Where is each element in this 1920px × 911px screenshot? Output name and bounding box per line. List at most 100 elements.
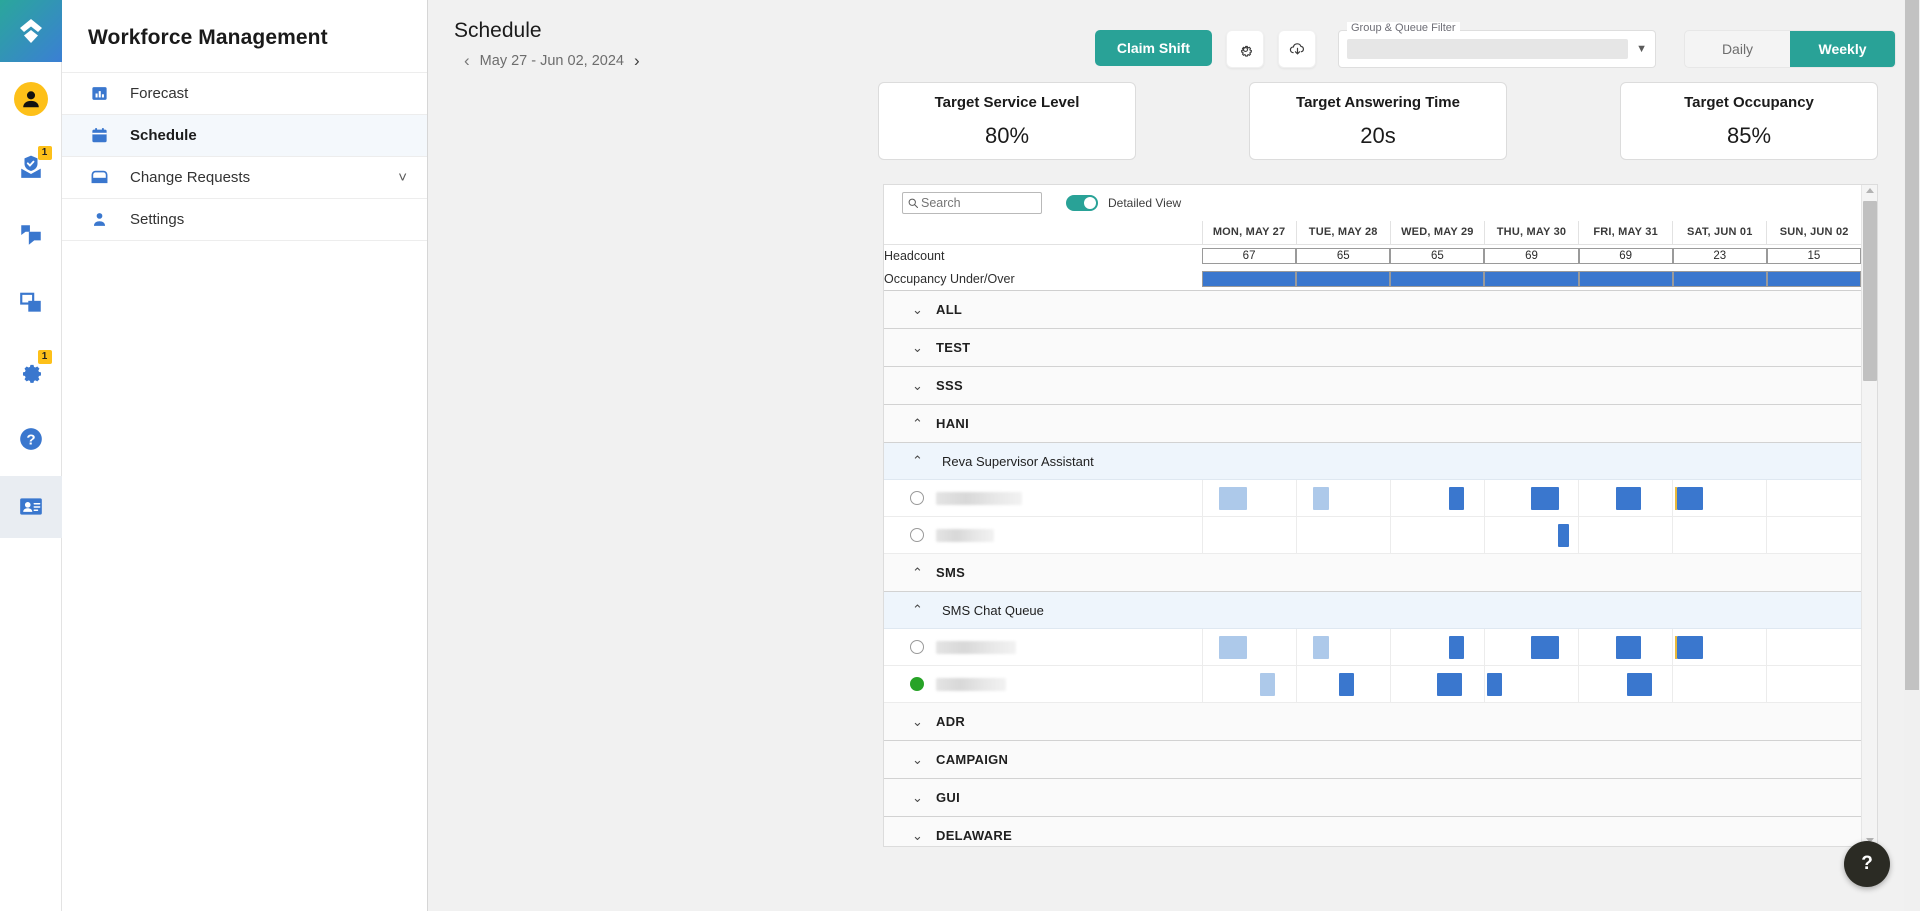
shift-cell[interactable] [1202, 629, 1296, 666]
scrollbar-thumb[interactable] [1863, 201, 1877, 381]
rail-item-workforce[interactable] [0, 476, 62, 538]
shift-block[interactable] [1531, 487, 1559, 510]
group-row[interactable]: ⌃SMS [884, 554, 1861, 592]
shift-block[interactable] [1616, 636, 1641, 659]
shift-block[interactable] [1677, 636, 1703, 659]
grid-vertical-scrollbar[interactable] [1861, 185, 1877, 846]
rail-item-avatar[interactable] [0, 68, 62, 130]
shift-block[interactable] [1616, 487, 1641, 510]
queue-row[interactable]: ⌃SMS Chat Queue [884, 592, 1861, 629]
nav-item-settings[interactable]: Settings [62, 198, 427, 240]
chevron-down-icon[interactable]: ⌄ [912, 752, 930, 768]
nav-item-change-requests[interactable]: Change Requests ˅ [62, 156, 427, 198]
shift-block[interactable] [1339, 673, 1354, 696]
agent-status-dot[interactable] [910, 528, 924, 542]
shift-cell[interactable] [1579, 517, 1673, 554]
nav-item-forecast[interactable]: Forecast [62, 72, 427, 114]
shift-cell[interactable] [1673, 517, 1767, 554]
shift-block[interactable] [1260, 673, 1275, 696]
chevron-down-icon[interactable]: ˅ [398, 169, 407, 186]
shift-block[interactable] [1449, 487, 1465, 510]
shift-cell[interactable] [1673, 480, 1767, 517]
chevron-down-icon[interactable]: ⌄ [912, 828, 930, 844]
shift-cell[interactable] [1202, 480, 1296, 517]
group-row[interactable]: ⌄GUI [884, 779, 1861, 817]
group-queue-filter[interactable]: Group & Queue Filter ▼ [1338, 30, 1656, 68]
shift-block[interactable] [1219, 487, 1247, 510]
schedule-settings-button[interactable] [1226, 30, 1264, 68]
scroll-up-arrow-icon[interactable] [1866, 188, 1874, 193]
shift-block[interactable] [1313, 636, 1329, 659]
group-row[interactable]: ⌃HANI [884, 405, 1861, 443]
detailed-view-toggle[interactable] [1066, 195, 1098, 211]
chevron-down-icon[interactable]: ⌄ [912, 790, 930, 806]
chevron-down-icon[interactable]: ⌄ [912, 340, 930, 356]
shift-block[interactable] [1677, 487, 1703, 510]
shift-cell[interactable] [1390, 666, 1484, 703]
view-mode-daily[interactable]: Daily [1685, 31, 1790, 67]
shift-cell[interactable] [1484, 517, 1578, 554]
shift-block[interactable] [1437, 673, 1461, 696]
rail-item-messages[interactable] [0, 204, 62, 266]
group-row[interactable]: ⌄ADR [884, 703, 1861, 741]
nav-item-schedule[interactable]: Schedule [62, 114, 427, 156]
agent-row[interactable] [884, 517, 1861, 554]
shift-cell[interactable] [1202, 517, 1296, 554]
chevron-down-icon[interactable]: ⌄ [912, 714, 930, 730]
shift-cell[interactable] [1390, 517, 1484, 554]
chevron-up-icon[interactable]: ⌃ [912, 602, 930, 618]
rail-item-help[interactable]: ? [0, 408, 62, 470]
chevron-down-icon[interactable]: ⌄ [912, 302, 930, 318]
rail-item-inbox-secure[interactable]: 1 [0, 136, 62, 198]
agent-status-dot[interactable] [910, 640, 924, 654]
shift-block[interactable] [1558, 524, 1569, 547]
shift-block[interactable] [1313, 487, 1329, 510]
chevron-down-icon[interactable]: ▼ [1636, 43, 1647, 55]
shift-cell[interactable] [1579, 666, 1673, 703]
prev-week-button[interactable]: ‹ [454, 52, 480, 69]
app-logo[interactable] [0, 0, 62, 62]
shift-cell[interactable] [1484, 480, 1578, 517]
shift-cell[interactable] [1202, 666, 1296, 703]
shift-cell[interactable] [1767, 480, 1861, 517]
shift-cell[interactable] [1296, 517, 1390, 554]
rail-item-settings[interactable]: 1 [0, 340, 62, 402]
agent-row[interactable] [884, 666, 1861, 703]
group-row[interactable]: ⌄DELAWARE [884, 817, 1861, 847]
help-fab-button[interactable]: ? [1844, 841, 1890, 887]
agent-status-dot[interactable] [910, 677, 924, 691]
group-row[interactable]: ⌄ALL [884, 291, 1861, 329]
shift-cell[interactable] [1767, 666, 1861, 703]
shift-cell[interactable] [1296, 480, 1390, 517]
shift-cell[interactable] [1390, 629, 1484, 666]
shift-cell[interactable] [1673, 666, 1767, 703]
shift-cell[interactable] [1296, 629, 1390, 666]
chevron-down-icon[interactable]: ⌄ [912, 378, 930, 394]
shift-cell[interactable] [1767, 629, 1861, 666]
chevron-up-icon[interactable]: ⌃ [912, 565, 930, 581]
agent-status-dot[interactable] [910, 491, 924, 505]
chevron-up-icon[interactable]: ⌃ [912, 453, 930, 469]
page-scrollbar-thumb[interactable] [1905, 0, 1919, 690]
shift-block[interactable] [1487, 673, 1502, 696]
shift-cell[interactable] [1579, 629, 1673, 666]
shift-cell[interactable] [1484, 666, 1578, 703]
search-box[interactable] [902, 192, 1042, 214]
shift-block[interactable] [1449, 636, 1465, 659]
shift-block[interactable] [1219, 636, 1247, 659]
group-row[interactable]: ⌄CAMPAIGN [884, 741, 1861, 779]
chevron-up-icon[interactable]: ⌃ [912, 416, 930, 432]
queue-row[interactable]: ⌃Reva Supervisor Assistant [884, 443, 1861, 480]
page-vertical-scrollbar[interactable] [1904, 0, 1920, 911]
shift-cell[interactable] [1767, 517, 1861, 554]
next-week-button[interactable]: › [624, 52, 650, 69]
shift-cell[interactable] [1579, 480, 1673, 517]
group-row[interactable]: ⌄TEST [884, 329, 1861, 367]
view-mode-weekly[interactable]: Weekly [1790, 31, 1895, 67]
shift-cell[interactable] [1484, 629, 1578, 666]
agent-row[interactable] [884, 480, 1861, 517]
shift-block[interactable] [1627, 673, 1651, 696]
search-input[interactable] [921, 196, 1033, 210]
agent-row[interactable] [884, 629, 1861, 666]
group-row[interactable]: ⌄SSS [884, 367, 1861, 405]
